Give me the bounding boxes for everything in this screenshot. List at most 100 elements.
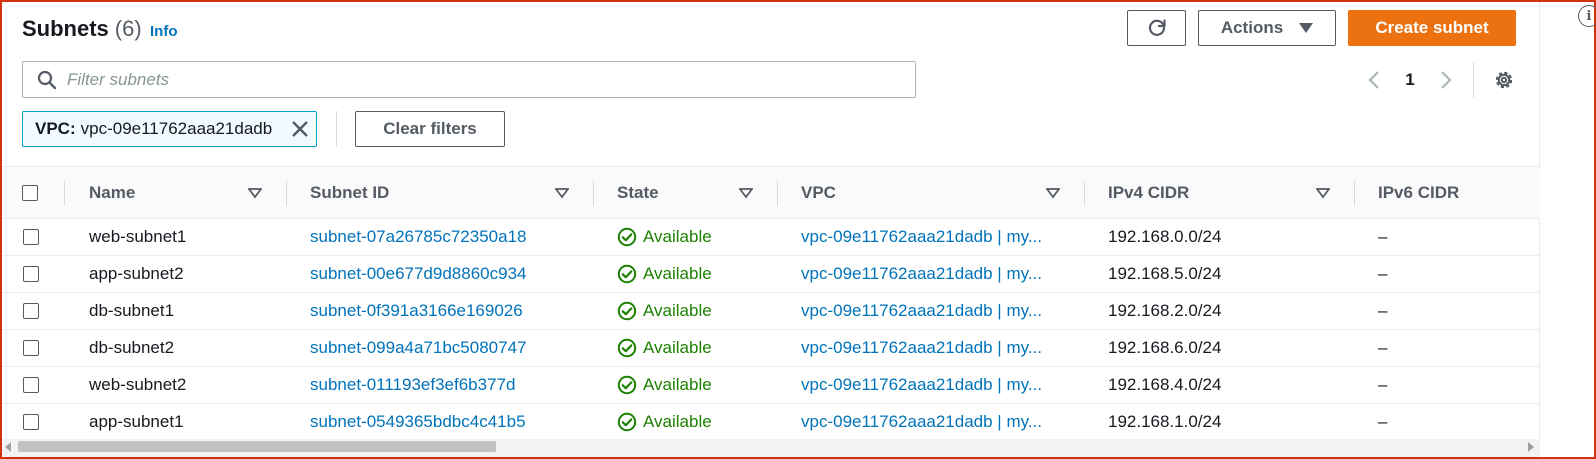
previous-page-button[interactable] <box>1362 64 1386 96</box>
actions-label: Actions <box>1220 18 1284 37</box>
ipv4-cidr: 192.168.1.0/24 <box>1108 412 1222 431</box>
actions-button[interactable]: Actions <box>1198 10 1336 46</box>
subnet-state: Available <box>617 367 767 403</box>
sort-icon[interactable] <box>248 187 262 199</box>
select-all-checkbox[interactable] <box>22 185 38 201</box>
column-header-ipv4-cidr[interactable]: IPv4 CIDR <box>1108 167 1189 219</box>
vpc-link[interactable]: vpc-09e11762aaa21dadb | my... <box>801 330 1071 366</box>
chevron-left-icon <box>1368 71 1379 89</box>
vpc-link[interactable]: vpc-09e11762aaa21dadb | my... <box>801 219 1071 255</box>
vpc-link[interactable]: vpc-09e11762aaa21dadb | my... <box>801 367 1071 403</box>
sort-icon[interactable] <box>1316 187 1330 199</box>
table-row[interactable]: db-subnet1 subnet-0f391a3166e169026 Availa… <box>2 293 1540 330</box>
pagination: 1 <box>1362 64 1458 96</box>
vpc-link[interactable]: vpc-09e11762aaa21dadb | my... <box>801 256 1071 292</box>
table-header: Name Subnet ID State VPC IPv4 CIDR IPv6 … <box>2 166 1540 219</box>
ipv4-cidr: 192.168.2.0/24 <box>1108 301 1222 320</box>
ipv6-cidr: – <box>1378 264 1388 283</box>
sort-icon[interactable] <box>739 187 753 199</box>
column-divider <box>777 181 778 206</box>
subnet-state: Available <box>617 293 767 329</box>
row-select-cell <box>23 293 39 329</box>
close-icon[interactable] <box>290 119 310 139</box>
create-subnet-button[interactable]: Create subnet <box>1348 10 1516 46</box>
page-title-text: Subnets <box>22 16 109 41</box>
table-row[interactable]: db-subnet2 subnet-099a4a71bc5080747 Availa… <box>2 330 1540 367</box>
column-header-name[interactable]: Name <box>89 167 135 219</box>
column-divider <box>1354 181 1355 206</box>
info-link[interactable]: Info <box>150 23 178 40</box>
column-divider <box>286 181 287 206</box>
row-select-cell <box>23 330 39 366</box>
status-available-icon <box>617 227 637 247</box>
subnet-name: db-subnet2 <box>89 338 175 357</box>
preferences-button[interactable] <box>1490 66 1518 94</box>
subnet-id-link[interactable]: subnet-00e677d9d8860c934 <box>310 256 580 292</box>
row-checkbox[interactable] <box>23 229 39 245</box>
filter-input[interactable] <box>67 69 887 90</box>
ipv6-cidr: – <box>1378 227 1388 246</box>
status-available-icon <box>617 264 637 284</box>
ipv6-cidr: – <box>1378 375 1388 394</box>
row-checkbox[interactable] <box>23 303 39 319</box>
search-icon <box>37 70 57 89</box>
column-header-state[interactable]: State <box>617 167 659 219</box>
sort-icon[interactable] <box>555 187 569 199</box>
status-label: Available <box>643 264 712 283</box>
subnet-id-link[interactable]: subnet-0f391a3166e169026 <box>310 293 580 329</box>
subnet-id-link[interactable]: subnet-07a26785c72350a18 <box>310 219 580 255</box>
ipv6-cidr: – <box>1378 301 1388 320</box>
info-icon[interactable]: i <box>1578 5 1596 27</box>
vpc-link[interactable]: vpc-09e11762aaa21dadb | my... <box>801 404 1071 440</box>
row-checkbox[interactable] <box>23 340 39 356</box>
status-label: Available <box>643 338 712 357</box>
column-header-vpc[interactable]: VPC <box>801 167 836 219</box>
ipv6-cidr: – <box>1378 338 1388 357</box>
column-header-subnet-id[interactable]: Subnet ID <box>310 167 389 219</box>
subnet-state: Available <box>617 330 767 366</box>
table-row[interactable]: app-subnet1 subnet-0549365bdbc4c41b5 Avail… <box>2 404 1540 441</box>
ipv4-cidr: 192.168.6.0/24 <box>1108 338 1222 357</box>
scrollbar-thumb[interactable] <box>18 441 496 452</box>
status-label: Available <box>643 412 712 431</box>
row-checkbox[interactable] <box>23 266 39 282</box>
row-select-cell <box>23 219 39 255</box>
next-page-button[interactable] <box>1434 64 1458 96</box>
subnets-panel: Subnets(6) Info Actions Create subnet 1 <box>2 2 1540 457</box>
ipv4-cidr: 192.168.4.0/24 <box>1108 375 1222 394</box>
filter-token-value: vpc-09e11762aaa21dadb <box>80 119 273 138</box>
refresh-button[interactable] <box>1127 10 1186 46</box>
subnet-count: (6) <box>114 16 142 41</box>
clear-filters-button[interactable]: Clear filters <box>355 111 505 147</box>
subnet-id-link[interactable]: subnet-0549365bdbc4c41b5 <box>310 404 580 440</box>
row-checkbox[interactable] <box>23 377 39 393</box>
row-checkbox[interactable] <box>23 414 39 430</box>
status-available-icon <box>617 375 637 395</box>
table-row[interactable]: web-subnet1 subnet-07a26785c72350a18 Avail… <box>2 219 1540 256</box>
status-available-icon <box>617 301 637 321</box>
subnet-id-link[interactable]: subnet-099a4a71bc5080747 <box>310 330 580 366</box>
subnet-name: app-subnet1 <box>89 412 184 431</box>
row-select-cell <box>23 367 39 403</box>
subnet-name: web-subnet2 <box>89 375 187 394</box>
divider <box>1473 62 1474 98</box>
table-row[interactable]: web-subnet2 subnet-011193ef3ef6b377d Avail… <box>2 367 1540 404</box>
current-page[interactable]: 1 <box>1386 70 1434 90</box>
subnet-state: Available <box>617 404 767 440</box>
subnet-state: Available <box>617 256 767 292</box>
column-header-ipv6-cidr[interactable]: IPv6 CIDR <box>1378 167 1459 219</box>
subnet-id-link[interactable]: subnet-011193ef3ef6b377d <box>310 367 580 403</box>
scroll-left-arrow[interactable] <box>5 442 11 452</box>
sort-icon[interactable] <box>1046 187 1060 199</box>
row-select-cell <box>23 256 39 292</box>
vpc-link[interactable]: vpc-09e11762aaa21dadb | my... <box>801 293 1071 329</box>
ipv4-cidr: 192.168.0.0/24 <box>1108 227 1222 246</box>
subnets-table: Name Subnet ID State VPC IPv4 CIDR IPv6 … <box>2 166 1540 441</box>
scroll-right-arrow[interactable] <box>1528 442 1534 452</box>
caret-down-icon <box>1299 23 1314 33</box>
table-row[interactable]: app-subnet2 subnet-00e677d9d8860c934 Avail… <box>2 256 1540 293</box>
column-divider <box>1084 181 1085 206</box>
subnet-state: Available <box>617 219 767 255</box>
subnet-name: db-subnet1 <box>89 301 175 320</box>
gear-icon <box>1495 71 1513 89</box>
